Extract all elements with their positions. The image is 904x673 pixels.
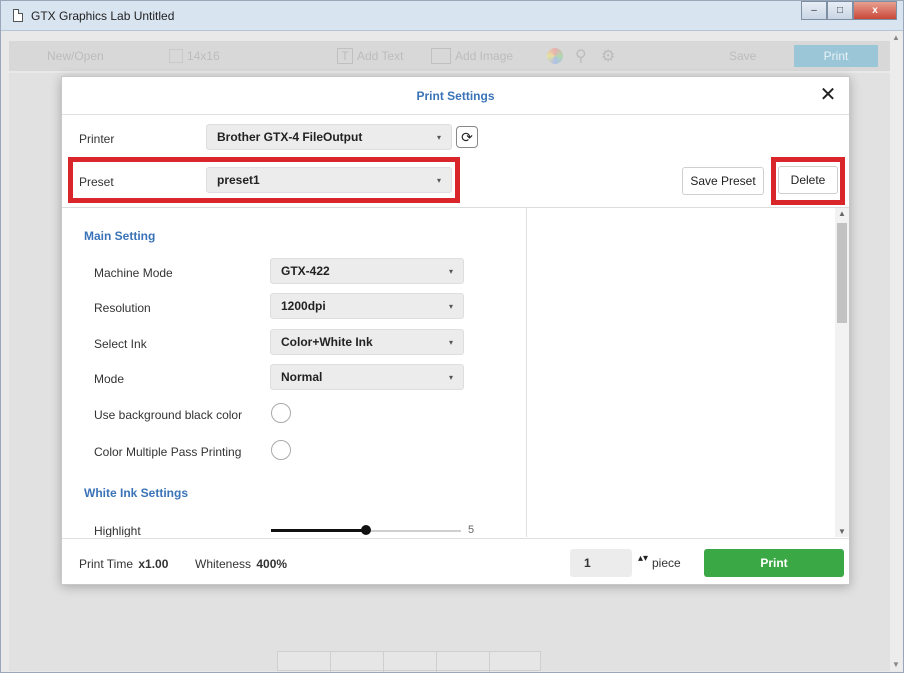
preview-scrollbar[interactable]: ▲ ▼	[835, 208, 849, 537]
refresh-icon[interactable]: ⟳	[456, 126, 478, 148]
printer-label: Printer	[79, 132, 115, 146]
preset-value: preset1	[217, 173, 260, 187]
add-text-button[interactable]: T Add Text	[337, 45, 403, 67]
dialog-header: Print Settings ✕	[62, 77, 849, 115]
background-black-label: Use background black color	[94, 408, 243, 422]
preset-select[interactable]: preset1 ▾	[206, 167, 452, 193]
select-ink-value: Color+White Ink	[281, 335, 373, 349]
quantity-stepper[interactable]: ▴▾	[638, 553, 648, 564]
piece-label: piece	[652, 556, 681, 570]
delete-button[interactable]: Delete	[778, 166, 838, 194]
close-icon[interactable]: ✕	[819, 85, 837, 105]
mode-value: Normal	[281, 370, 323, 384]
scroll-up-icon[interactable]: ▲	[838, 209, 846, 218]
machine-mode-label: Machine Mode	[94, 266, 173, 280]
highlight-value: 5	[468, 524, 475, 536]
chevron-down-icon: ▾	[436, 133, 441, 142]
gear-icon[interactable]: ⚙	[601, 45, 615, 67]
app-toolbar: New/Open 14x16 T Add Text Add Image ⚲ ⚙ …	[9, 41, 891, 71]
mode-select[interactable]: Normal ▾	[270, 364, 464, 390]
save-preset-button[interactable]: Save Preset	[682, 167, 764, 195]
document-icon	[13, 9, 23, 22]
image-icon	[431, 48, 451, 64]
chevron-down-icon: ▾	[448, 373, 453, 382]
title-bar: GTX Graphics Lab Untitled – □ x	[1, 1, 903, 31]
resolution-select[interactable]: 1200dpi ▾	[270, 293, 464, 319]
app-window: GTX Graphics Lab Untitled – □ x New/Open…	[0, 0, 904, 673]
print-time-value: x1.00	[138, 557, 169, 571]
size-button[interactable]: 14x16	[169, 45, 220, 67]
minimize-button[interactable]: –	[801, 1, 827, 20]
search-icon[interactable]: ⚲	[575, 45, 587, 67]
scroll-down-icon[interactable]: ▼	[892, 660, 900, 669]
window-close-button[interactable]: x	[853, 1, 897, 20]
scroll-down-icon[interactable]: ▼	[838, 527, 846, 536]
print-button[interactable]: Print	[704, 549, 844, 577]
print-time-label: Print Time	[79, 557, 134, 571]
text-icon: T	[337, 48, 353, 64]
highlight-label: Highlight	[94, 524, 141, 537]
preset-label: Preset	[79, 175, 114, 189]
preview-area: ▲ ▼	[528, 208, 849, 537]
dialog-footer: Print Time x1.00 Whiteness 400% 1 ▴▾ pie…	[62, 538, 849, 584]
dialog-title: Print Settings	[416, 89, 495, 103]
machine-mode-value: GTX-422	[281, 264, 330, 278]
add-image-button[interactable]: Add Image	[431, 45, 513, 67]
chevron-down-icon: ▾	[448, 302, 453, 311]
chevron-down-icon: ▾	[448, 267, 453, 276]
white-ink-title: White Ink Settings	[84, 486, 189, 500]
select-ink-select[interactable]: Color+White Ink ▾	[270, 329, 464, 355]
print-settings-dialog: Print Settings ✕ Printer Brother GTX-4 F…	[61, 76, 850, 585]
slider-thumb[interactable]	[361, 525, 371, 535]
new-open-button[interactable]: New/Open	[47, 45, 104, 67]
add-image-label: Add Image	[455, 49, 514, 63]
window-title: GTX Graphics Lab Untitled	[31, 9, 175, 23]
settings-panel[interactable]: Main Setting Machine Mode GTX-422 ▾ Reso…	[62, 208, 527, 537]
scroll-thumb[interactable]	[837, 223, 847, 323]
multipass-radio[interactable]	[271, 440, 291, 460]
quantity-input[interactable]: 1	[570, 549, 632, 577]
add-text-label: Add Text	[357, 49, 404, 63]
multipass-label: Color Multiple Pass Printing	[94, 445, 242, 459]
resolution-value: 1200dpi	[281, 299, 326, 313]
toolbar-print-button[interactable]: Print	[794, 45, 878, 67]
slider-fill	[271, 529, 366, 532]
app-scrollbar[interactable]: ▲ ▼	[890, 31, 902, 671]
resolution-label: Resolution	[94, 301, 151, 315]
save-button[interactable]: Save	[729, 45, 756, 67]
whiteness: Whiteness 400%	[195, 557, 287, 571]
printer-select[interactable]: Brother GTX-4 FileOutput ▾	[206, 124, 452, 150]
scroll-up-icon[interactable]: ▲	[892, 33, 900, 42]
print-time: Print Time x1.00	[79, 557, 168, 571]
window-controls: – □ x	[801, 1, 897, 21]
printer-value: Brother GTX-4 FileOutput	[217, 130, 363, 144]
color-icon[interactable]	[547, 45, 563, 67]
background-black-radio[interactable]	[271, 403, 291, 423]
canvas-grid	[277, 651, 541, 672]
whiteness-value: 400%	[256, 557, 288, 571]
chevron-down-icon: ▾	[448, 338, 453, 347]
machine-mode-select[interactable]: GTX-422 ▾	[270, 258, 464, 284]
chevron-down-icon: ▾	[436, 176, 441, 185]
maximize-button[interactable]: □	[827, 1, 853, 20]
whiteness-label: Whiteness	[195, 557, 252, 571]
size-label: 14x16	[187, 49, 220, 63]
select-ink-label: Select Ink	[94, 337, 147, 351]
grid-icon	[169, 49, 183, 63]
mode-label: Mode	[94, 372, 125, 386]
main-setting-title: Main Setting	[84, 229, 156, 243]
